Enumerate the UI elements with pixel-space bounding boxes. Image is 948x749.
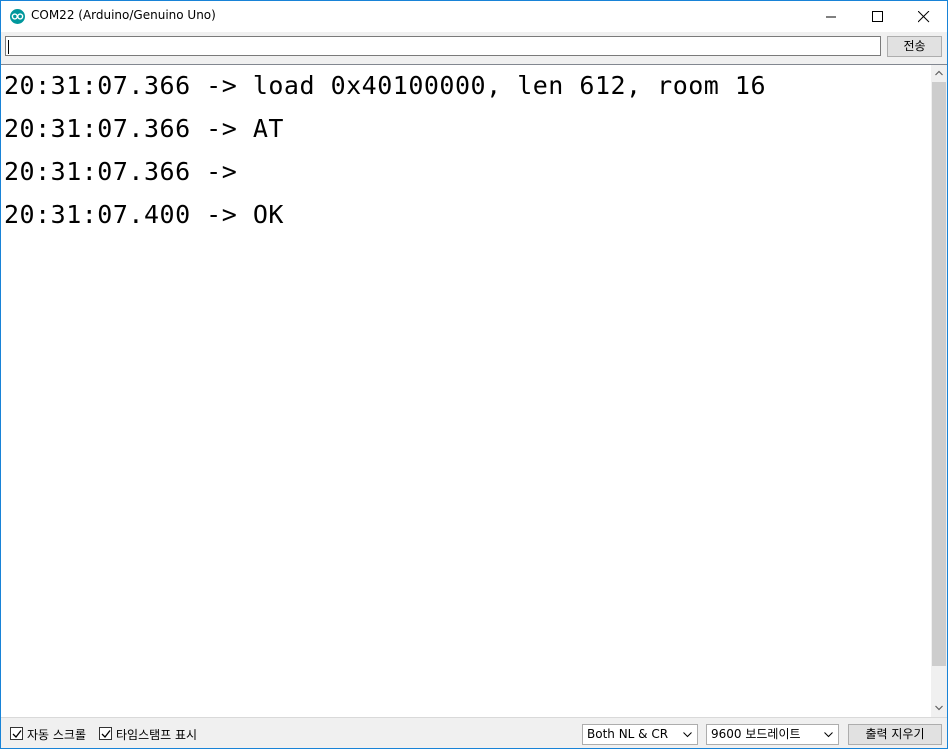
minimize-icon: [826, 16, 836, 18]
clear-output-button[interactable]: 출력 지우기: [848, 724, 942, 745]
close-button[interactable]: [901, 1, 947, 32]
output-line: 20:31:07.366 -> load 0x40100000, len 612…: [4, 71, 767, 100]
send-button[interactable]: 전송: [887, 36, 942, 57]
send-input[interactable]: [5, 36, 881, 56]
scrollbar-thumb[interactable]: [932, 82, 946, 666]
serial-output[interactable]: 20:31:07.366 -> load 0x40100000, len 612…: [1, 64, 931, 717]
minimize-button[interactable]: [809, 1, 855, 32]
maximize-button[interactable]: [855, 1, 901, 32]
window-title: COM22 (Arduino/Genuino Uno): [31, 8, 216, 22]
text-caret: [8, 40, 9, 54]
scroll-up-button[interactable]: [931, 65, 947, 82]
chevron-down-icon: [683, 732, 692, 738]
timestamp-checkbox[interactable]: [99, 727, 112, 740]
output-line: 20:31:07.400 -> OK: [4, 200, 284, 229]
serial-monitor-window: COM22 (Arduino/Genuino Uno) 전송 20:31:07.…: [0, 0, 948, 749]
vertical-scrollbar[interactable]: [931, 64, 947, 717]
baud-rate-value: 9600 보드레이트: [711, 727, 801, 741]
baud-rate-select[interactable]: 9600 보드레이트: [706, 724, 839, 745]
close-icon: [918, 11, 930, 23]
checkmark-icon: [12, 730, 22, 738]
maximize-icon: [872, 11, 883, 22]
line-ending-value: Both NL & CR: [587, 727, 669, 741]
chevron-down-icon: [935, 705, 943, 711]
autoscroll-label[interactable]: 자동 스크롤: [27, 726, 86, 743]
timestamp-label[interactable]: 타임스탬프 표시: [116, 726, 197, 743]
output-line: 20:31:07.366 -> AT: [4, 114, 284, 143]
title-bar[interactable]: COM22 (Arduino/Genuino Uno): [1, 1, 947, 32]
line-ending-select[interactable]: Both NL & CR: [582, 724, 698, 745]
arduino-icon: [10, 9, 25, 24]
scroll-down-button[interactable]: [931, 700, 947, 717]
chevron-up-icon: [935, 70, 943, 76]
send-row: 전송: [1, 32, 947, 64]
output-line: 20:31:07.366 ->: [4, 157, 253, 186]
chevron-down-icon: [824, 732, 833, 738]
checkmark-icon: [101, 730, 111, 738]
autoscroll-checkbox[interactable]: [10, 727, 23, 740]
footer-bar: 자동 스크롤 타임스탬프 표시 Both NL & CR 9600 보드레이트 …: [1, 717, 947, 748]
